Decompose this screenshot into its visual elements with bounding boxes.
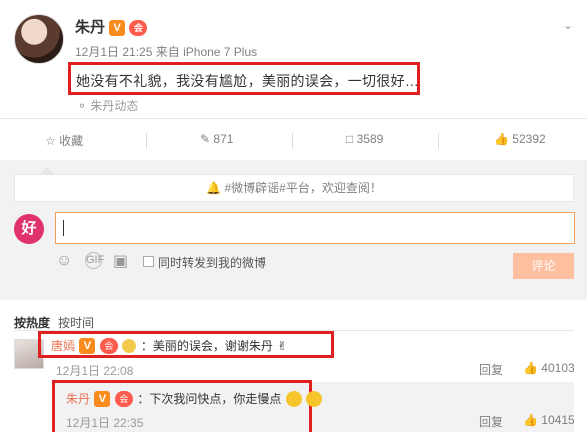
post-author-row: 朱丹 V 会 [75, 16, 148, 37]
current-user-avatar: 好 [14, 214, 44, 244]
reply-time: 12月1日 22:35 [66, 416, 144, 430]
thumbs-up-icon: 👍 [523, 361, 538, 375]
action-divider [292, 133, 293, 149]
emoji-icon[interactable]: ☺ [56, 252, 72, 270]
chevron-down-icon[interactable]: ⌄ [563, 18, 573, 32]
post-meta: 12月1日 21:25 来自 iPhone 7 Plus [75, 43, 257, 60]
hand-icon: ✌ [277, 339, 288, 353]
post-text: 她没有不礼貌，我没有尴尬，美丽的误会，一切很好… [76, 73, 420, 89]
comment-button[interactable]: □ 3589 [346, 132, 383, 146]
comment-author[interactable]: 唐嫣 [51, 339, 75, 353]
action-divider [146, 133, 147, 149]
weibo-post-page: 朱丹 V 会 ⌄ 12月1日 21:25 来自 iPhone 7 Plus 她没… [0, 0, 587, 432]
submit-comment-button[interactable]: 评论 [513, 253, 574, 279]
reply-like-count: 10415 [541, 413, 575, 427]
also-repost-label: 同时转发到我的微博 [158, 256, 267, 270]
comment-text: ：美丽的误会，谢谢朱丹 [140, 339, 273, 353]
notice-text: #微博辟谣#平台，欢迎查阅！ [224, 181, 382, 195]
repost-button[interactable]: ✎ 871 [200, 132, 233, 146]
comment-input[interactable] [55, 212, 575, 244]
also-repost-checkbox[interactable] [143, 256, 154, 267]
repost-count: 871 [213, 132, 234, 146]
reply-text: ：下次我问快点，你走慢点 [137, 392, 282, 406]
reply-row: 朱丹 V 会 ：下次我问快点，你走慢点 [66, 390, 323, 408]
verified-icon: V [109, 20, 126, 37]
reply-like-button[interactable]: 👍 10415 [523, 413, 575, 427]
comment-time: 12月1日 22:08 [56, 364, 134, 378]
post-source-prefix: 来自 [155, 45, 180, 59]
bell-icon: 🔔 [206, 181, 222, 195]
like-count: 52392 [512, 132, 546, 146]
laughing-emoji-icon [306, 390, 323, 407]
star-icon: ☆ [45, 134, 56, 148]
favorite-button[interactable]: ☆ 收藏 [45, 132, 83, 149]
vip-icon: 会 [114, 390, 133, 407]
favorite-label: 收藏 [59, 134, 84, 148]
laughing-emoji-icon [285, 390, 302, 407]
thumbs-up-icon: 👍 [523, 413, 538, 427]
vip-icon: 会 [129, 20, 148, 37]
repost-icon: ✎ [200, 132, 211, 146]
comment-like-button[interactable]: 👍 40103 [523, 361, 575, 375]
gif-icon[interactable]: GIF [85, 252, 104, 269]
caret-up-icon [40, 167, 54, 174]
post-author-name[interactable]: 朱丹 [75, 19, 105, 36]
vip-icon: 会 [99, 337, 118, 354]
post-time[interactable]: 12月1日 21:25 [75, 45, 152, 59]
post-origin: ⚬ 朱丹动态 [77, 97, 138, 114]
comment-reply-link[interactable]: 回复 [479, 361, 503, 378]
link-icon: ⚬ [77, 99, 88, 113]
reply-author[interactable]: 朱丹 [66, 392, 90, 406]
comment-count: 3589 [356, 132, 384, 146]
comment-icon: □ [346, 132, 354, 146]
verified-icon: V [79, 337, 96, 354]
post-origin-link[interactable]: 朱丹动态 [90, 99, 138, 113]
action-bar: ☆ 收藏 ✎ 871 □ 3589 👍 52392 [0, 118, 587, 162]
action-divider [438, 133, 439, 149]
notice-bar[interactable]: 🔔 #微博辟谣#平台，欢迎查阅！ [14, 174, 574, 202]
medal-icon [122, 338, 137, 353]
comment-like-count: 40103 [541, 361, 575, 375]
image-icon[interactable]: ▣ [113, 251, 128, 271]
sort-by-time-tab[interactable]: 按时间 [58, 314, 94, 331]
comment-row: 唐嫣 V 会 ：美丽的误会，谢谢朱丹 ✌ [51, 337, 287, 355]
verified-icon: V [94, 390, 111, 407]
text-cursor [63, 220, 64, 236]
reply-reply-link[interactable]: 回复 [479, 413, 503, 430]
author-avatar[interactable] [14, 14, 64, 64]
post-device: iPhone 7 Plus [183, 45, 258, 59]
sort-by-hot-tab[interactable]: 按热度 [14, 314, 50, 331]
like-button[interactable]: 👍 52392 [494, 132, 546, 146]
thumbs-up-icon: 👍 [494, 132, 509, 146]
